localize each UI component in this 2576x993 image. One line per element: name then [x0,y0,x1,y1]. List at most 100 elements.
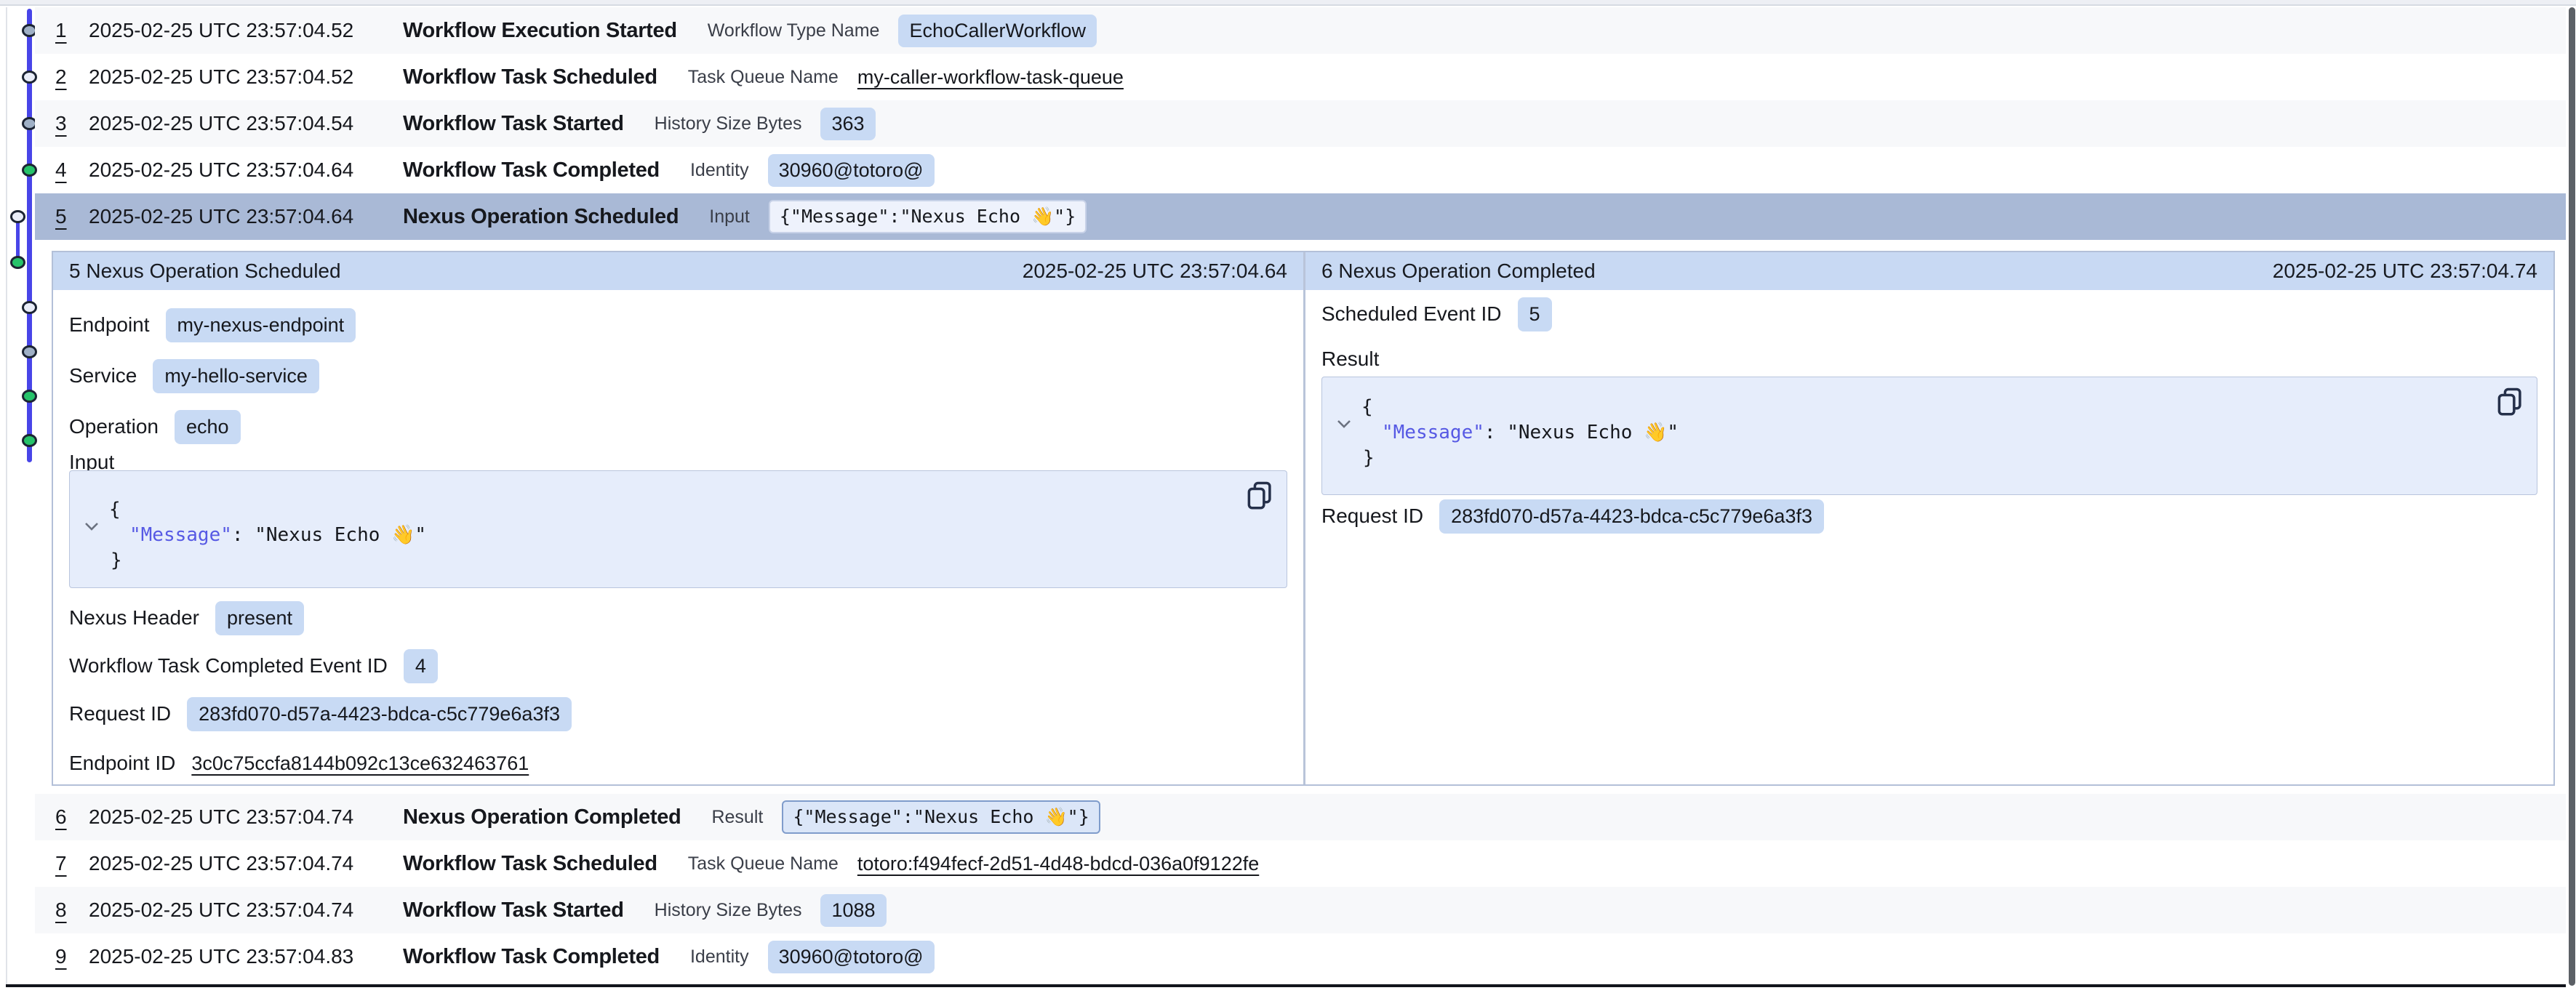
field-label: Endpoint [69,313,150,337]
result-json-viewer: { "Message": "Nexus Echo 👋" } [1321,377,2537,495]
json-line: "Message": "Nexus Echo 👋" [1322,420,2537,446]
event-id-link[interactable]: 3 [55,112,89,135]
event-field-value-badge: 30960@totoro@ [768,154,935,187]
event-name: Workflow Task Scheduled [403,852,657,876]
vertical-scrollbar[interactable] [2569,7,2575,986]
json-line: { [1322,395,2537,420]
event-id-link[interactable]: 5 [55,205,89,228]
field-request-id: Request ID 283fd070-d57a-4423-bdca-c5c77… [1321,499,1824,534]
field-value-badge: 283fd070-d57a-4423-bdca-c5c779e6a3f3 [1439,499,1824,534]
event-row[interactable]: 6 2025-02-25 UTC 23:57:04.74 Nexus Opera… [35,794,2566,840]
timeline-dot-event-10[interactable] [22,434,37,447]
event-timestamp: 2025-02-25 UTC 23:57:04.83 [89,945,403,968]
copy-button[interactable] [1244,480,1275,513]
field-endpoint: Endpoint my-nexus-endpoint [69,307,356,342]
panel-timestamp: 2025-02-25 UTC 23:57:04.64 [1023,260,1287,283]
field-request-id: Request ID 283fd070-d57a-4423-bdca-c5c77… [69,696,572,731]
event-row[interactable]: 4 2025-02-25 UTC 23:57:04.64 Workflow Ta… [35,147,2566,193]
event-name: Workflow Task Scheduled [403,65,657,89]
panel-title: 5 Nexus Operation Scheduled [69,260,341,283]
event-id-link[interactable]: 2 [55,65,89,89]
timeline-dot-event-9[interactable] [22,390,37,403]
event-id-link[interactable]: 9 [55,945,89,968]
json-line: } [1322,446,2537,471]
field-label: Operation [69,415,159,438]
collapse-json-chevron[interactable] [1337,412,1351,434]
timeline-dot-event-5[interactable] [10,210,25,223]
event-name: Workflow Task Completed [403,945,660,969]
event-id-link[interactable]: 8 [55,898,89,922]
field-endpoint-id: Endpoint ID 3c0c75ccfa8144b092c13ce63246… [69,746,529,781]
field-value-badge: 4 [404,649,438,683]
event-name: Workflow Task Completed [403,158,660,182]
field-service: Service my-hello-service [69,358,319,393]
panel-nexus-operation-scheduled: 5 Nexus Operation Scheduled 2025-02-25 U… [53,252,1303,784]
timeline-dot-event-8[interactable] [22,345,37,358]
field-operation: Operation echo [69,409,241,444]
event-name: Workflow Task Started [403,898,624,922]
event-row-selected[interactable]: 5 2025-02-25 UTC 23:57:04.64 Nexus Opera… [35,193,2566,240]
event-name: Workflow Task Started [403,112,624,136]
field-label: Scheduled Event ID [1321,302,1502,326]
json-line: "Message": "Nexus Echo 👋" [70,523,1287,548]
event-timestamp: 2025-02-25 UTC 23:57:04.74 [89,852,403,875]
event-id-link[interactable]: 7 [55,852,89,875]
event-field-label: Input [709,206,750,228]
field-value-badge: 283fd070-d57a-4423-bdca-c5c779e6a3f3 [187,697,572,731]
event-timestamp: 2025-02-25 UTC 23:57:04.74 [89,805,403,829]
event-id-link[interactable]: 6 [55,805,89,829]
field-scheduled-event-id: Scheduled Event ID 5 [1321,297,1552,331]
panel-title: 6 Nexus Operation Completed [1321,260,1596,283]
event-field-value-badge: 30960@totoro@ [768,941,935,973]
event-payload-chip: {"Message":"Nexus Echo 👋"} [769,200,1087,233]
event-field-label: Task Queue Name [688,853,839,875]
panel-nexus-operation-completed: 6 Nexus Operation Completed 2025-02-25 U… [1305,252,2553,784]
field-nexus-header: Nexus Header present [69,600,304,635]
event-row[interactable]: 9 2025-02-25 UTC 23:57:04.83 Workflow Ta… [35,933,2566,980]
event-field-label: History Size Bytes [655,113,802,134]
event-group-details-panel: 5 Nexus Operation Scheduled 2025-02-25 U… [52,251,2555,786]
event-field-value-badge: 1088 [820,894,886,927]
task-queue-link[interactable]: totoro:f494fecf-2d51-4d48-bdcd-036a0f912… [857,853,1259,875]
event-timestamp: 2025-02-25 UTC 23:57:04.52 [89,65,403,89]
endpoint-id-link[interactable]: 3c0c75ccfa8144b092c13ce632463761 [191,752,529,775]
event-id-link[interactable]: 1 [55,19,89,42]
json-line: } [70,548,1287,574]
panel-header: 5 Nexus Operation Scheduled 2025-02-25 U… [53,252,1303,290]
event-timestamp: 2025-02-25 UTC 23:57:04.64 [89,158,403,182]
field-label: Service [69,364,137,387]
event-row[interactable]: 1 2025-02-25 UTC 23:57:04.52 Workflow Ex… [35,7,2566,54]
bottom-border [6,984,2566,987]
field-value-badge: echo [175,410,241,444]
field-label: Request ID [1321,504,1423,528]
field-value-badge: present [215,601,304,635]
event-row[interactable]: 2 2025-02-25 UTC 23:57:04.52 Workflow Ta… [35,54,2566,100]
panel-header: 6 Nexus Operation Completed 2025-02-25 U… [1305,252,2553,290]
collapse-json-chevron[interactable] [84,515,99,536]
event-field-label: Result [711,807,763,828]
field-workflow-task-completed-event-id: Workflow Task Completed Event ID 4 [69,648,438,683]
json-line: { [70,497,1287,523]
event-timestamp: 2025-02-25 UTC 23:57:04.64 [89,205,403,228]
input-json-viewer: { "Message": "Nexus Echo 👋" } [69,470,1287,588]
timeline-dot-event-6[interactable] [10,256,25,269]
left-border [6,7,7,984]
event-row[interactable]: 3 2025-02-25 UTC 23:57:04.54 Workflow Ta… [35,100,2566,147]
event-id-link[interactable]: 4 [55,158,89,182]
copy-button[interactable] [2495,386,2525,419]
panel-timestamp: 2025-02-25 UTC 23:57:04.74 [2273,260,2537,283]
event-row[interactable]: 8 2025-02-25 UTC 23:57:04.74 Workflow Ta… [35,887,2566,933]
event-field-label: Task Queue Name [688,67,839,88]
field-label: Workflow Task Completed Event ID [69,654,388,678]
event-row[interactable]: 7 2025-02-25 UTC 23:57:04.74 Workflow Ta… [35,840,2566,887]
field-label: Request ID [69,702,171,725]
event-field-value-badge: EchoCallerWorkflow [898,15,1097,47]
field-value-badge: 5 [1518,297,1552,331]
event-timestamp: 2025-02-25 UTC 23:57:04.74 [89,898,403,922]
event-field-label: Workflow Type Name [708,20,880,41]
top-strip [0,0,2576,6]
timeline-dot-event-7[interactable] [22,301,37,314]
task-queue-link[interactable]: my-caller-workflow-task-queue [857,66,1124,89]
event-timestamp: 2025-02-25 UTC 23:57:04.54 [89,112,403,135]
event-field-label: Identity [690,160,749,181]
